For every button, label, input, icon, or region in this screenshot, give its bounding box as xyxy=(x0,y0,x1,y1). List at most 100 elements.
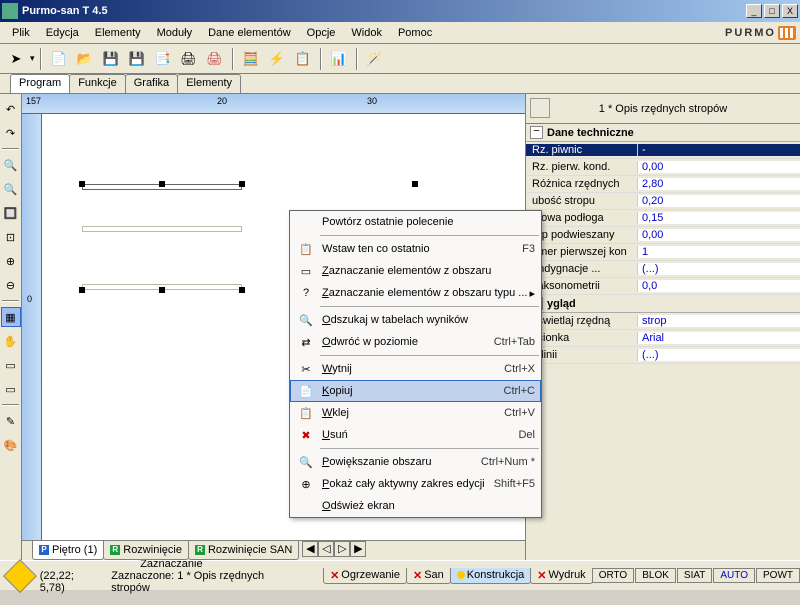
menu-widok[interactable]: Widok xyxy=(343,25,390,41)
ctx-item[interactable]: Powtórz ostatnie polecenie xyxy=(290,211,541,233)
tab-grafika[interactable]: Grafika xyxy=(125,74,178,93)
prop-section[interactable]: ygląd xyxy=(526,295,800,313)
prop-section[interactable]: Dane techniczne xyxy=(526,124,800,142)
ctx-item[interactable]: ✖UsuńDel xyxy=(290,424,541,446)
scroll-btn[interactable]: ◁ xyxy=(318,541,334,557)
ctx-item[interactable]: ⇄Odwróć w poziomieCtrl+Tab xyxy=(290,331,541,353)
ctx-item[interactable]: 📋Wstaw ten co ostatnioF3 xyxy=(290,238,541,260)
lt-draw[interactable]: ✎ xyxy=(1,411,21,431)
ctx-item[interactable]: 📄KopiujCtrl+C xyxy=(290,380,541,402)
brand-logo: PURMO xyxy=(725,26,796,40)
tab-funkcje[interactable]: Funkcje xyxy=(69,74,126,93)
lt-grid[interactable]: ▦ xyxy=(1,307,21,327)
menu-plik[interactable]: Plik xyxy=(4,25,38,41)
ctx-item[interactable]: ✂WytnijCtrl+X xyxy=(290,358,541,380)
properties-panel: 1 * Opis rzędnych stropów Dane techniczn… xyxy=(525,94,800,560)
status-cell[interactable]: POWT xyxy=(756,568,800,583)
lt-redo[interactable]: ↷ xyxy=(1,123,21,143)
sheet-tab[interactable]: P Piętro (1) xyxy=(32,541,104,560)
ctx-item[interactable]: 🔍Odszukaj w tabelach wyników xyxy=(290,309,541,331)
prop-value[interactable]: strop xyxy=(638,315,800,327)
menu-dane elementów[interactable]: Dane elementów xyxy=(200,25,299,41)
prop-value[interactable]: (...) xyxy=(638,349,800,361)
status-tab[interactable]: ✕Wydruk xyxy=(530,568,592,584)
prop-row[interactable]: otowa podłoga0,15 xyxy=(526,210,800,227)
sheet-tab[interactable]: R Rozwinięcie xyxy=(103,541,189,560)
prop-row[interactable]: l aksonometrii0,0 xyxy=(526,278,800,295)
prop-row[interactable]: ondygnacje ...(...) xyxy=(526,261,800,278)
lt-color[interactable]: 🎨 xyxy=(1,435,21,455)
prop-row[interactable]: p linii(...) xyxy=(526,347,800,364)
tb-flash[interactable]: ⚡ xyxy=(265,47,289,71)
prop-value[interactable]: 1 xyxy=(638,246,800,258)
ctx-item[interactable]: ▭Zaznaczanie elementów z obszaru xyxy=(290,260,541,282)
tb-copy[interactable]: 📑 xyxy=(151,47,175,71)
menu-opcje[interactable]: Opcje xyxy=(299,25,344,41)
prop-row[interactable]: yświetlaj rzędnąstrop xyxy=(526,313,800,330)
prop-value[interactable]: 0,15 xyxy=(638,212,800,224)
lt-pan[interactable]: ✋ xyxy=(1,331,21,351)
ctx-item[interactable]: ?Zaznaczanie elementów z obszaru typu ..… xyxy=(290,282,541,304)
lt-select[interactable]: ▭ xyxy=(1,355,21,375)
prop-value[interactable]: 0,00 xyxy=(638,229,800,241)
lt-zoomin[interactable]: 🔍 xyxy=(1,155,21,175)
prop-row[interactable]: rop podwieszany0,00 xyxy=(526,227,800,244)
tb-save[interactable]: 💾 xyxy=(99,47,123,71)
ruler-vertical: 0 xyxy=(22,114,42,540)
tb-calc[interactable]: 🧮 xyxy=(239,47,263,71)
scroll-btn[interactable]: ▶ xyxy=(350,541,366,557)
prop-value[interactable]: (...) xyxy=(638,263,800,275)
menu-edycja[interactable]: Edycja xyxy=(38,25,87,41)
lt-undo[interactable]: ↶ xyxy=(1,99,21,119)
sheet-tab[interactable]: R Rozwinięcie SAN xyxy=(188,541,299,560)
ctx-item[interactable]: ⊕Pokaż cały aktywny zakres edycjiShift+F… xyxy=(290,473,541,495)
tb-new[interactable]: 📄 xyxy=(47,47,71,71)
lt-zoomplus[interactable]: ⊕ xyxy=(1,251,21,271)
tab-elementy[interactable]: Elementy xyxy=(177,74,241,93)
lt-zoomfit[interactable]: ⊡ xyxy=(1,227,21,247)
ctx-item[interactable]: 📋WklejCtrl+V xyxy=(290,402,541,424)
status-cell[interactable]: AUTO xyxy=(713,568,755,583)
menu-moduły[interactable]: Moduły xyxy=(149,25,200,41)
status-cell[interactable]: BLOK xyxy=(635,568,676,583)
lt-zoomarea[interactable]: 🔲 xyxy=(1,203,21,223)
lt-select2[interactable]: ▭ xyxy=(1,379,21,399)
tb-chart[interactable]: 📊 xyxy=(327,47,351,71)
lt-zoomout[interactable]: 🔍 xyxy=(1,179,21,199)
status-cell[interactable]: SIAT xyxy=(677,568,712,583)
status-tab[interactable]: Konstrukcja xyxy=(450,568,531,584)
menu-elementy[interactable]: Elementy xyxy=(87,25,149,41)
tb-print2[interactable]: 🖨 xyxy=(203,47,227,71)
pointer-tool[interactable]: ➤ xyxy=(4,47,28,71)
close-button[interactable]: X xyxy=(782,4,798,18)
minimize-button[interactable]: _ xyxy=(746,4,762,18)
prop-row[interactable]: zcionkaArial xyxy=(526,330,800,347)
prop-row[interactable]: umer pierwszej kon1 xyxy=(526,244,800,261)
ctx-item[interactable]: Odśwież ekran xyxy=(290,495,541,517)
ctx-item[interactable]: 🔍Powiększanie obszaruCtrl+Num * xyxy=(290,451,541,473)
maximize-button[interactable]: □ xyxy=(764,4,780,18)
prop-value[interactable]: 2,80 xyxy=(638,178,800,190)
status-cell[interactable]: ORTO xyxy=(592,568,635,583)
prop-value[interactable]: 0,20 xyxy=(638,195,800,207)
tb-print[interactable]: 🖨 xyxy=(177,47,201,71)
scroll-btn[interactable]: ▷ xyxy=(334,541,350,557)
lt-zoomminus[interactable]: ⊖ xyxy=(1,275,21,295)
tb-open[interactable]: 📂 xyxy=(73,47,97,71)
prop-value[interactable]: 0,00 xyxy=(638,161,800,173)
prop-value[interactable]: - xyxy=(638,144,800,156)
prop-value[interactable]: Arial xyxy=(638,332,800,344)
prop-row[interactable]: Rz. pierw. kond.0,00 xyxy=(526,159,800,176)
tb-saveall[interactable]: 💾 xyxy=(125,47,149,71)
tb-wiz[interactable]: 🪄 xyxy=(363,47,387,71)
scroll-btn[interactable]: ◀ xyxy=(302,541,318,557)
menu-pomoc[interactable]: Pomoc xyxy=(390,25,440,41)
status-tab[interactable]: ✕Ogrzewanie xyxy=(323,568,407,584)
prop-value[interactable]: 0,0 xyxy=(638,280,800,292)
tb-list[interactable]: 📋 xyxy=(291,47,315,71)
prop-row[interactable]: ubość stropu0,20 xyxy=(526,193,800,210)
prop-row[interactable]: Różnica rzędnych2,80 xyxy=(526,176,800,193)
prop-row[interactable]: Rz. piwnic- xyxy=(526,142,800,159)
tab-program[interactable]: Program xyxy=(10,74,70,93)
status-tab[interactable]: ✕San xyxy=(406,568,451,584)
